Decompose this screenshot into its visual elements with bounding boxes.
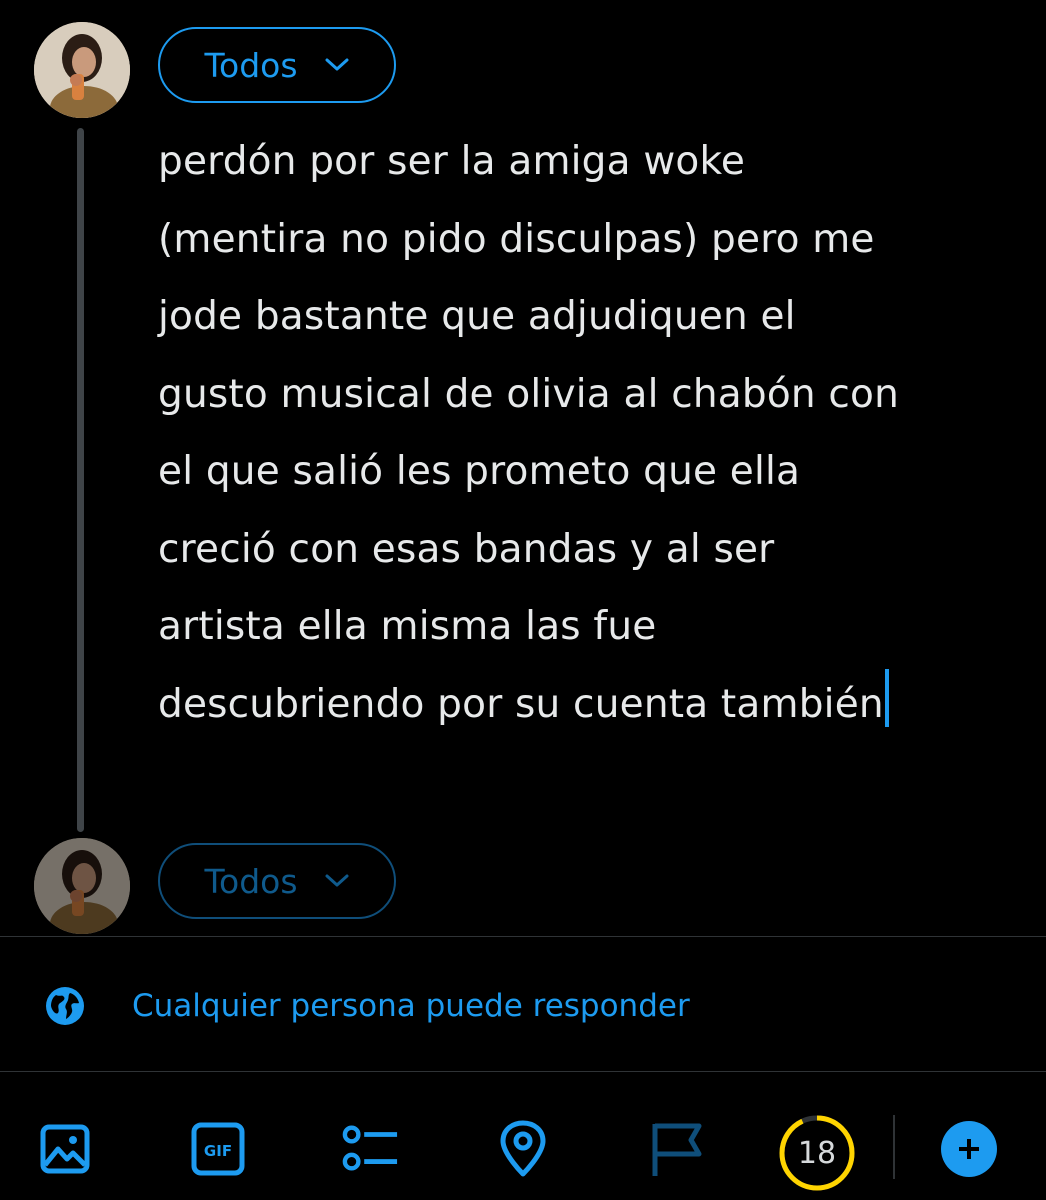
poll-icon[interactable] [341, 1120, 399, 1178]
chevron-down-icon [324, 57, 350, 73]
plus-icon [959, 1139, 979, 1159]
globe-icon [46, 987, 84, 1025]
chevron-down-icon [324, 873, 350, 889]
character-count-ring: 18 [777, 1113, 857, 1193]
thread-connector-line [77, 128, 84, 832]
audience-label: Todos [204, 45, 298, 85]
next-tweet-avatar[interactable] [34, 838, 130, 934]
tweet-text-input[interactable]: perdón por ser la amiga woke (mentira no… [158, 123, 1018, 743]
divider [0, 1071, 1046, 1072]
location-icon[interactable] [494, 1120, 552, 1178]
reply-setting-label: Cualquier persona puede responder [132, 988, 690, 1024]
gif-icon[interactable]: GIF [189, 1120, 247, 1178]
reply-setting-button[interactable]: Cualquier persona puede responder [44, 982, 690, 1030]
svg-text:GIF: GIF [204, 1142, 232, 1160]
text-cursor [884, 668, 889, 727]
flag-icon[interactable] [646, 1120, 704, 1178]
audience-selector-button[interactable]: Todos [158, 27, 396, 103]
tweet-composer-screen: Todos perdón por ser la amiga woke (ment… [0, 0, 1046, 1200]
user-avatar[interactable] [34, 22, 130, 118]
next-audience-selector-button[interactable]: Todos [158, 843, 396, 919]
tweet-text-content: perdón por ser la amiga woke (mentira no… [158, 139, 900, 727]
add-tweet-button[interactable] [941, 1121, 997, 1177]
next-audience-label: Todos [204, 861, 298, 901]
characters-remaining: 18 [797, 1135, 837, 1171]
image-icon[interactable] [36, 1120, 94, 1178]
divider [0, 936, 1046, 937]
toolbar-separator [893, 1115, 895, 1179]
